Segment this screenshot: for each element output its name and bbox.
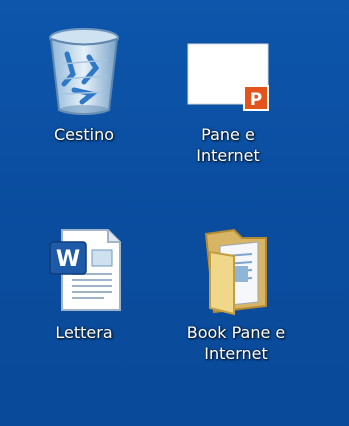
word-document-icon: W [34, 222, 134, 318]
word-document-label: Lettera [55, 323, 113, 342]
powerpoint-file-icon: P [178, 34, 278, 120]
folder-icon [186, 222, 286, 318]
recycle-bin-icon [34, 24, 134, 120]
recycle-bin-label: Cestino [54, 125, 114, 144]
folder-label: Book Pane e Internet [186, 323, 286, 363]
desktop-icon-folder[interactable]: Book Pane e Internet [166, 222, 306, 364]
word-badge-letter: W [56, 247, 80, 272]
desktop-icon-recycle-bin[interactable]: Cestino [14, 24, 154, 145]
desktop-icon-powerpoint-file[interactable]: P Pane e Internet [158, 34, 298, 166]
desktop: Cestino P Pane e Internet W Lettera Book… [0, 0, 349, 426]
powerpoint-file-label: Pane e Internet [196, 125, 260, 165]
powerpoint-badge-letter: P [250, 90, 262, 110]
desktop-icon-word-document[interactable]: W Lettera [14, 222, 154, 343]
